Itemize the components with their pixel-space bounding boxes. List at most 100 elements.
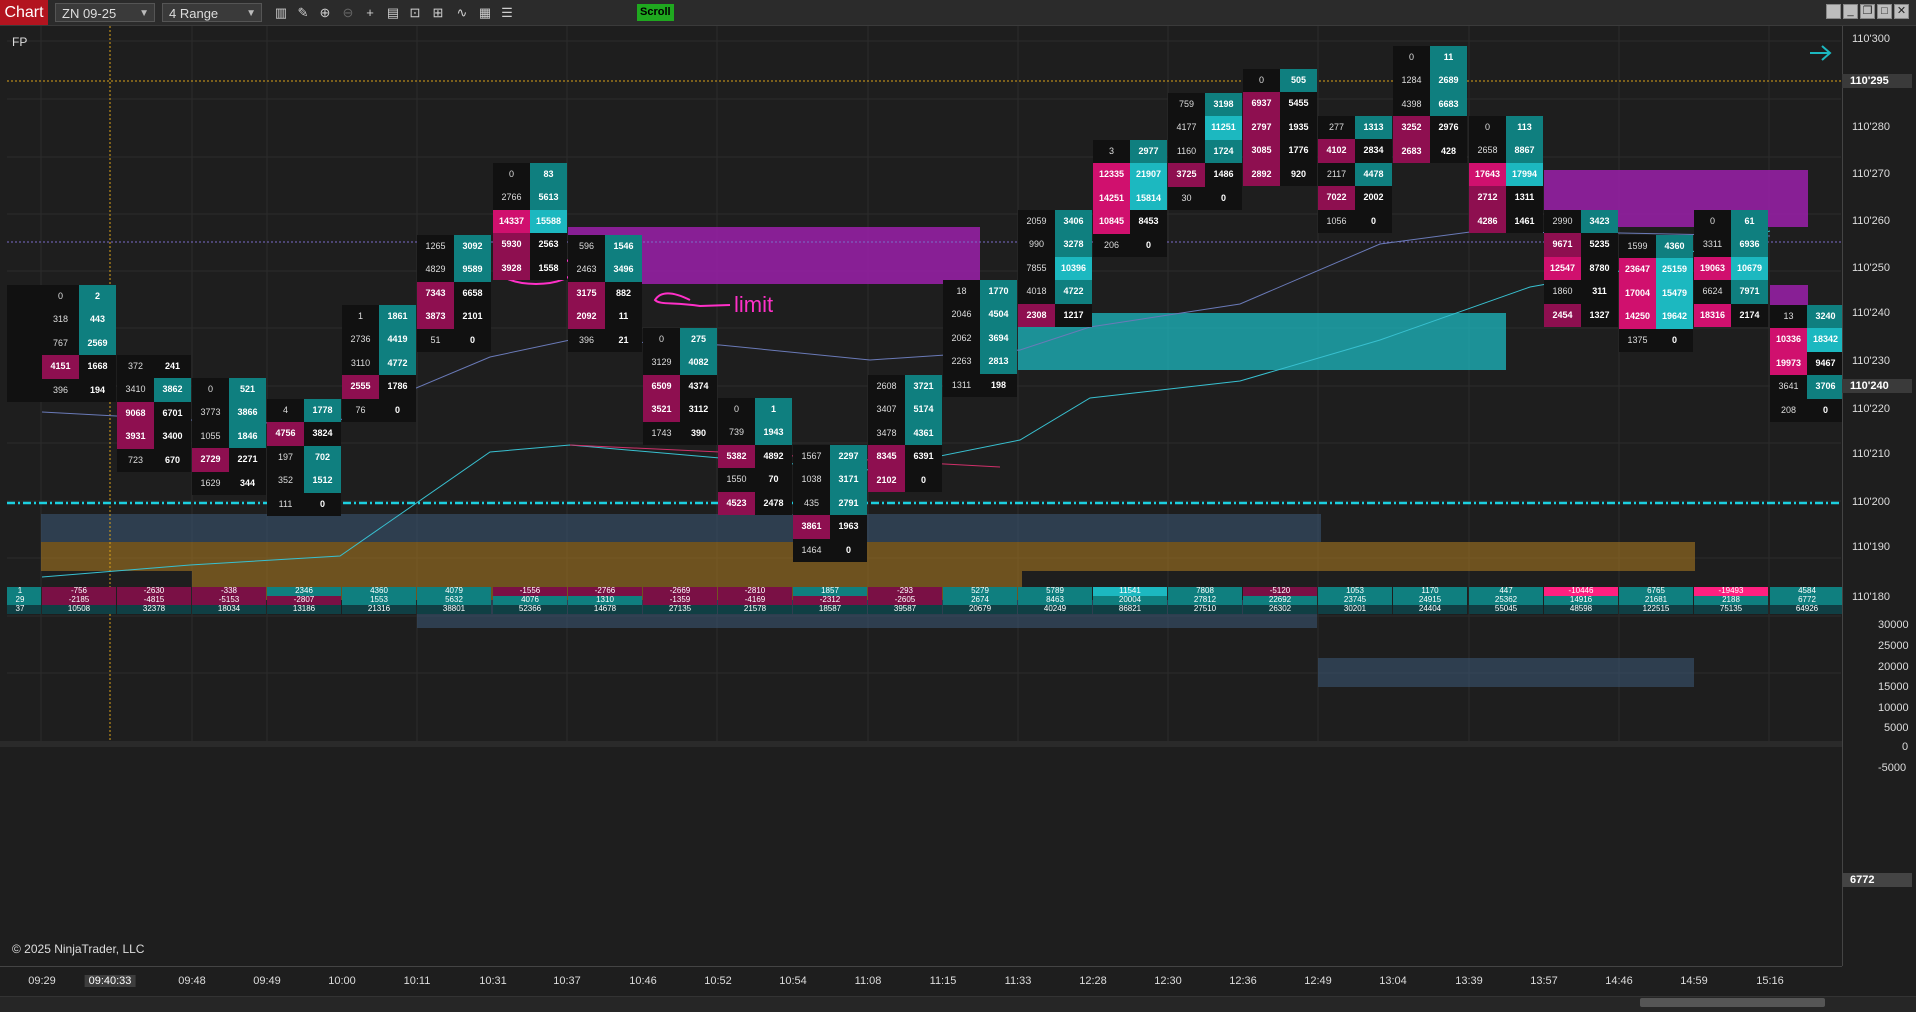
volume-tick: 5000	[1884, 722, 1909, 734]
properties-icon[interactable]: ▤	[383, 3, 403, 22]
bid-volume-cell: 17643	[1469, 162, 1506, 187]
instrument-label: ZN 09-25	[62, 6, 117, 21]
price-tick: 110'220	[1852, 403, 1890, 415]
restore-icon[interactable]: ❐	[1860, 4, 1875, 19]
ask-volume-cell: 521	[229, 378, 266, 402]
zoom-in-icon[interactable]: ⊕	[315, 3, 335, 22]
bid-volume-cell: 4523	[718, 491, 755, 515]
bid-volume-cell: 396	[568, 328, 605, 352]
delta-value: -1556	[519, 586, 541, 595]
bid-volume-cell: 2102	[868, 468, 905, 492]
price-tick: 110'210	[1852, 448, 1890, 460]
list-icon[interactable]: ☰	[497, 3, 517, 22]
ask-volume-cell: 5613	[530, 186, 567, 210]
ask-volume-cell: 702	[304, 445, 341, 470]
templates-icon[interactable]: ▦	[475, 3, 495, 22]
bid-volume-cell: 3410	[117, 378, 154, 402]
bid-volume-cell: 3110	[342, 351, 379, 376]
ask-volume-cell: 2	[79, 285, 116, 309]
ask-volume-cell: 3400	[154, 425, 191, 449]
ask-volume-cell: 6658	[454, 281, 491, 306]
panel-divider[interactable]	[0, 741, 1842, 747]
horizontal-scrollbar[interactable]	[0, 996, 1916, 1012]
indicators-icon[interactable]: ∿	[452, 3, 472, 22]
minimize-icon[interactable]: _	[1843, 4, 1858, 19]
time-tick: 13:04	[1379, 975, 1407, 987]
bid-volume-cell: 277	[1318, 116, 1355, 140]
ask-volume-cell: 2563	[530, 233, 567, 257]
time-tick: 09:40:33	[84, 975, 136, 987]
price-tick: 110'230	[1852, 355, 1890, 367]
bid-volume-cell: 2059	[1018, 210, 1055, 234]
strategies-icon[interactable]: ⊞	[428, 3, 448, 22]
ask-volume-cell: 882	[605, 281, 642, 306]
data-box-icon[interactable]: ⊡	[405, 3, 425, 22]
bid-volume-cell: 1464	[793, 538, 830, 562]
delta-value: 29	[15, 595, 25, 604]
delta-value: 1	[17, 586, 23, 595]
draw-icon[interactable]: ✎	[293, 3, 313, 22]
ask-volume-cell: 2569	[79, 331, 116, 356]
bid-volume-cell: 17004	[1619, 281, 1656, 306]
bid-volume-cell: 2797	[1243, 115, 1280, 140]
ask-volume-cell: 3824	[304, 422, 341, 446]
delta-value: -2312	[819, 595, 841, 604]
bar-type-selector[interactable]: 4 Range ▼	[162, 3, 262, 22]
scroll-button[interactable]: Scroll	[637, 4, 674, 21]
bid-volume-cell: 51	[417, 328, 454, 352]
ask-volume-cell: 2101	[454, 305, 491, 329]
bid-volume-cell: 14337	[493, 209, 530, 234]
scrollbar-thumb[interactable]	[1640, 998, 1825, 1007]
ask-volume-cell: 21	[605, 328, 642, 352]
zoom-out-icon[interactable]: ⊖	[338, 3, 358, 22]
bid-volume-cell: 0	[1694, 210, 1731, 234]
delta-value: 4584	[1798, 586, 1816, 595]
bid-volume-cell: 1160	[1168, 139, 1205, 164]
ask-volume-cell: 83	[530, 163, 567, 187]
delta-value: 21578	[743, 604, 767, 613]
ask-volume-cell: 0	[905, 468, 942, 492]
time-tick: 11:33	[1004, 975, 1032, 987]
bid-volume-cell	[7, 331, 44, 356]
bid-volume-cell: 3873	[417, 305, 454, 329]
bars-icon[interactable]: ▥	[271, 3, 291, 22]
bid-volume-cell: 0	[1469, 116, 1506, 140]
delta-value: 86821	[1118, 604, 1142, 613]
price-tick: 110'190	[1852, 541, 1890, 553]
delta-value: 1170	[1421, 586, 1439, 595]
bid-volume-cell: 1629	[192, 471, 229, 495]
ask-volume-cell: 70	[755, 468, 792, 492]
instrument-selector[interactable]: ZN 09-25 ▼	[55, 3, 155, 22]
ask-volume-cell: 3406	[1055, 210, 1092, 234]
price-tick: 110'250	[1852, 262, 1890, 274]
price-tick: 110'270	[1852, 168, 1890, 180]
bid-volume-cell: 3521	[643, 398, 680, 422]
bid-volume-cell: 6624	[1694, 280, 1731, 304]
bid-volume-cell: 596	[568, 235, 605, 259]
scroll-right-icon[interactable]	[1810, 45, 1832, 61]
ask-volume-cell: 2297	[830, 445, 867, 469]
poc-zone	[41, 542, 1695, 571]
close-icon[interactable]: ✕	[1894, 4, 1909, 19]
ask-volume-cell: 3240	[1807, 305, 1844, 329]
delta-value: -5120	[1269, 586, 1291, 595]
volume-tick: 25000	[1878, 640, 1909, 652]
bid-volume-cell: 1056	[1318, 209, 1355, 233]
maximize-icon[interactable]: □	[1877, 4, 1892, 19]
bar-type-label: 4 Range	[169, 6, 219, 21]
bid-volume-cell: 76	[342, 398, 379, 422]
crosshair-icon[interactable]: +	[360, 3, 380, 22]
delta-value: 30201	[1343, 604, 1367, 613]
ask-volume-cell: 9467	[1807, 351, 1844, 376]
ask-volume-cell: 4478	[1355, 162, 1392, 187]
time-tick: 14:59	[1680, 975, 1708, 987]
bid-volume-cell: 396	[42, 378, 79, 402]
time-tick: 15:16	[1756, 975, 1784, 987]
delta-value: 27812	[1193, 595, 1217, 604]
delta-value: -338	[220, 586, 238, 595]
layout-icon[interactable]	[1826, 4, 1841, 19]
ask-volume-cell: 4722	[1055, 280, 1092, 304]
ask-volume-cell: 3171	[830, 468, 867, 492]
delta-value: 4360	[370, 586, 388, 595]
limit-arrow	[653, 292, 731, 308]
